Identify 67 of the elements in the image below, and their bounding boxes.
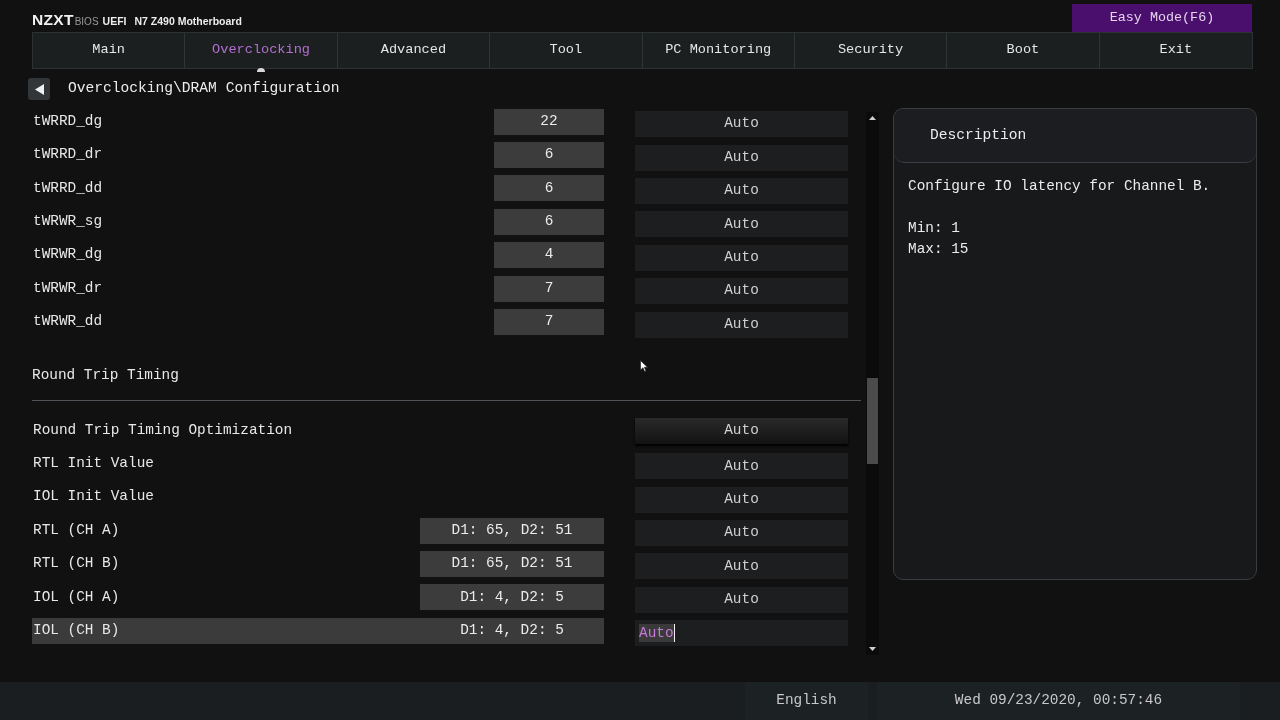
scrollbar[interactable]	[866, 112, 879, 655]
brand-suffix: BIOS	[74, 15, 99, 29]
value-field[interactable]: Auto	[635, 486, 848, 513]
value-field[interactable]: Auto	[635, 211, 848, 238]
selected-row-highlight[interactable]: IOL (CH B) D1: 4, D2: 5	[32, 617, 604, 644]
setting-label: tWRWR_sg	[33, 212, 103, 232]
setting-label: tWRWR_dg	[33, 245, 103, 265]
back-button[interactable]	[28, 78, 50, 100]
dropdown-button[interactable]: Auto	[635, 417, 848, 444]
tab-indicator-icon	[257, 67, 266, 72]
current-value: D1: 4, D2: 5	[459, 620, 565, 640]
scroll-up-icon[interactable]	[869, 116, 876, 120]
setting-label: tWRRD_dr	[33, 145, 103, 165]
menu-tab[interactable]: Advanced	[337, 33, 491, 68]
value-field[interactable]: Auto	[635, 586, 848, 613]
current-value: 7	[494, 309, 604, 336]
setting-label: Round Trip Timing Optimization	[33, 420, 293, 440]
value-field[interactable]: Auto	[635, 520, 848, 547]
value-field[interactable]: Auto	[635, 453, 848, 480]
menu-tab[interactable]: Overclocking	[185, 33, 338, 68]
section-heading: Round Trip Timing	[32, 366, 179, 386]
value-field[interactable]: Auto	[635, 244, 848, 271]
menu-tab[interactable]: Security	[794, 33, 948, 68]
mouse-pointer-icon	[640, 360, 648, 372]
menu-tab[interactable]: Boot	[947, 33, 1100, 68]
description-text: Configure IO latency for Channel B.	[908, 177, 1212, 196]
value-field[interactable]: Auto	[635, 553, 848, 580]
description-text: Max: 15	[908, 240, 970, 259]
easy-mode-button[interactable]: Easy Mode(F6)	[1072, 4, 1252, 33]
back-icon	[34, 83, 44, 95]
value-field[interactable]: Auto	[635, 278, 848, 305]
value-field[interactable]: Auto	[635, 177, 848, 204]
value-field[interactable]: Auto	[635, 144, 848, 171]
current-value: 22	[494, 108, 604, 135]
menu-tab[interactable]: Main	[33, 33, 186, 68]
breadcrumb-path: Overclocking\DRAM Configuration	[68, 79, 340, 99]
setting-label: tWRRD_dd	[33, 178, 103, 198]
scrollbar-thumb[interactable]	[867, 378, 878, 464]
board-name: N7 Z490 Motherboard	[134, 14, 242, 29]
current-value: 6	[494, 142, 604, 169]
scroll-down-icon[interactable]	[869, 647, 876, 651]
setting-label: IOL Init Value	[33, 487, 154, 507]
setting-label: tWRRD_dg	[33, 111, 103, 131]
current-value: D1: 65, D2: 51	[420, 551, 604, 577]
value-field[interactable]: Auto	[635, 111, 848, 138]
current-value: D1: 65, D2: 51	[420, 517, 604, 544]
menu-tab[interactable]: PC Monitoring	[642, 33, 795, 68]
brand-logo: NZXT	[32, 10, 74, 30]
firmware-label: UEFI	[102, 14, 127, 29]
value-field[interactable]: Auto	[635, 620, 848, 647]
description-title: Description	[930, 125, 1027, 145]
setting-label: tWRWR_dd	[33, 312, 103, 332]
current-value: D1: 4, D2: 5	[420, 584, 604, 611]
description-text: Min: 1	[908, 219, 961, 238]
setting-label: RTL Init Value	[33, 454, 154, 473]
setting-label: IOL (CH B)	[33, 620, 120, 640]
current-value: 4	[494, 242, 604, 269]
setting-label: RTL (CH A)	[33, 520, 120, 540]
setting-label: tWRWR_dr	[33, 278, 103, 298]
value-field[interactable]: Auto	[635, 311, 848, 338]
current-value: 6	[494, 208, 604, 235]
current-value: 6	[494, 175, 604, 202]
menu-tab[interactable]: Exit	[1099, 33, 1252, 68]
setting-label: RTL (CH B)	[33, 554, 120, 574]
setting-label: IOL (CH A)	[33, 587, 120, 607]
menu-tab[interactable]: Tool	[490, 33, 643, 68]
current-value: 7	[494, 275, 604, 302]
